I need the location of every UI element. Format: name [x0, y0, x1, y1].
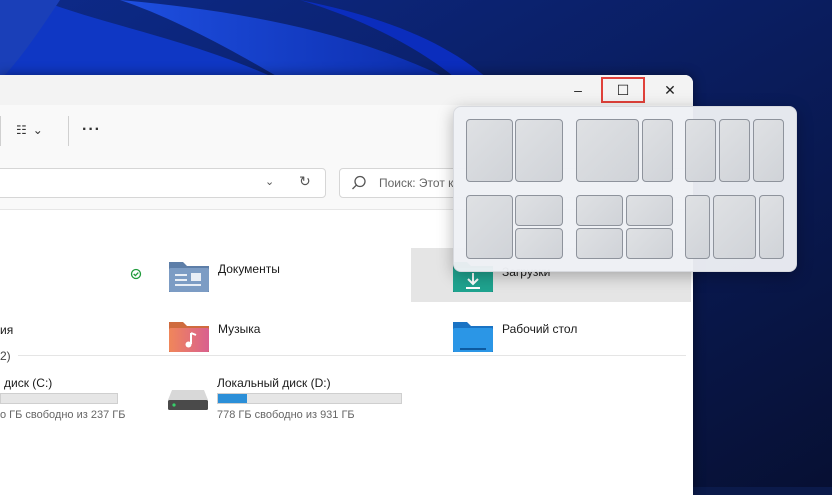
folder-tile-pictures[interactable]: ия: [0, 323, 13, 337]
snap-zone[interactable]: [515, 195, 563, 226]
folder-label: Музыка: [218, 322, 261, 336]
drive-usage-bar: [217, 393, 402, 404]
sync-status-icon: [130, 268, 142, 280]
snap-zone[interactable]: [576, 195, 623, 226]
devices-group-header[interactable]: 2): [0, 349, 11, 363]
toolbar-divider: [0, 116, 1, 146]
chevron-down-icon: ⌄: [32, 123, 43, 137]
search-icon: [352, 175, 366, 190]
maximize-button[interactable]: ☐: [601, 77, 645, 103]
snap-zone[interactable]: [515, 119, 563, 182]
folder-label: Документы: [218, 262, 280, 276]
snap-zone[interactable]: [642, 119, 673, 182]
snap-zone[interactable]: [719, 119, 750, 182]
close-button[interactable]: ✕: [647, 75, 693, 105]
snap-zone[interactable]: [576, 228, 623, 259]
snap-zone[interactable]: [515, 228, 563, 259]
folder-label: Рабочий стол: [502, 322, 578, 336]
minimize-button[interactable]: –: [555, 75, 601, 105]
music-folder-icon: [169, 322, 209, 352]
snap-zone[interactable]: [466, 119, 513, 182]
drive-usage-fill: [218, 394, 248, 403]
address-bar[interactable]: ⌄ ↻: [0, 168, 326, 198]
folder-tile-music[interactable]: Музыка: [167, 318, 260, 354]
documents-folder-icon: [169, 262, 209, 292]
snap-zone[interactable]: [759, 195, 784, 259]
drive-usage-bar: [0, 393, 118, 404]
snap-zone[interactable]: [753, 119, 784, 182]
folder-tile-documents[interactable]: Документы: [167, 258, 280, 294]
search-placeholder: Поиск: Этот к: [379, 176, 454, 190]
hard-drive-icon: [168, 390, 208, 410]
snap-zone[interactable]: [466, 195, 513, 259]
view-button[interactable]: ☷ ⌄: [16, 123, 43, 137]
view-icon: ☷: [16, 123, 27, 137]
snap-zone[interactable]: [626, 228, 673, 259]
drive-label: Локальный диск (D:): [217, 376, 331, 390]
chevron-down-icon[interactable]: ⌄: [265, 175, 274, 188]
drive-free-space: 778 ГБ свободно из 931 ГБ: [217, 409, 355, 421]
drive-label: диск (C:): [4, 376, 53, 390]
snap-zone[interactable]: [685, 195, 710, 259]
folder-label: ия: [0, 323, 14, 337]
refresh-icon[interactable]: ↻: [299, 173, 311, 190]
snap-zone[interactable]: [626, 195, 673, 226]
more-options-button[interactable]: ···: [82, 121, 101, 139]
title-bar: – ☐ ✕: [0, 75, 693, 105]
snap-zone[interactable]: [576, 119, 639, 182]
desktop-folder-icon: [453, 322, 493, 352]
snap-layouts-flyout: [453, 106, 797, 272]
snap-zone[interactable]: [713, 195, 756, 259]
group-divider: [18, 355, 686, 356]
snap-zone[interactable]: [685, 119, 716, 182]
drive-free-space: о ГБ свободно из 237 ГБ: [0, 409, 126, 421]
toolbar-divider: [68, 116, 69, 146]
folder-tile-desktop[interactable]: Рабочий стол: [451, 318, 577, 354]
